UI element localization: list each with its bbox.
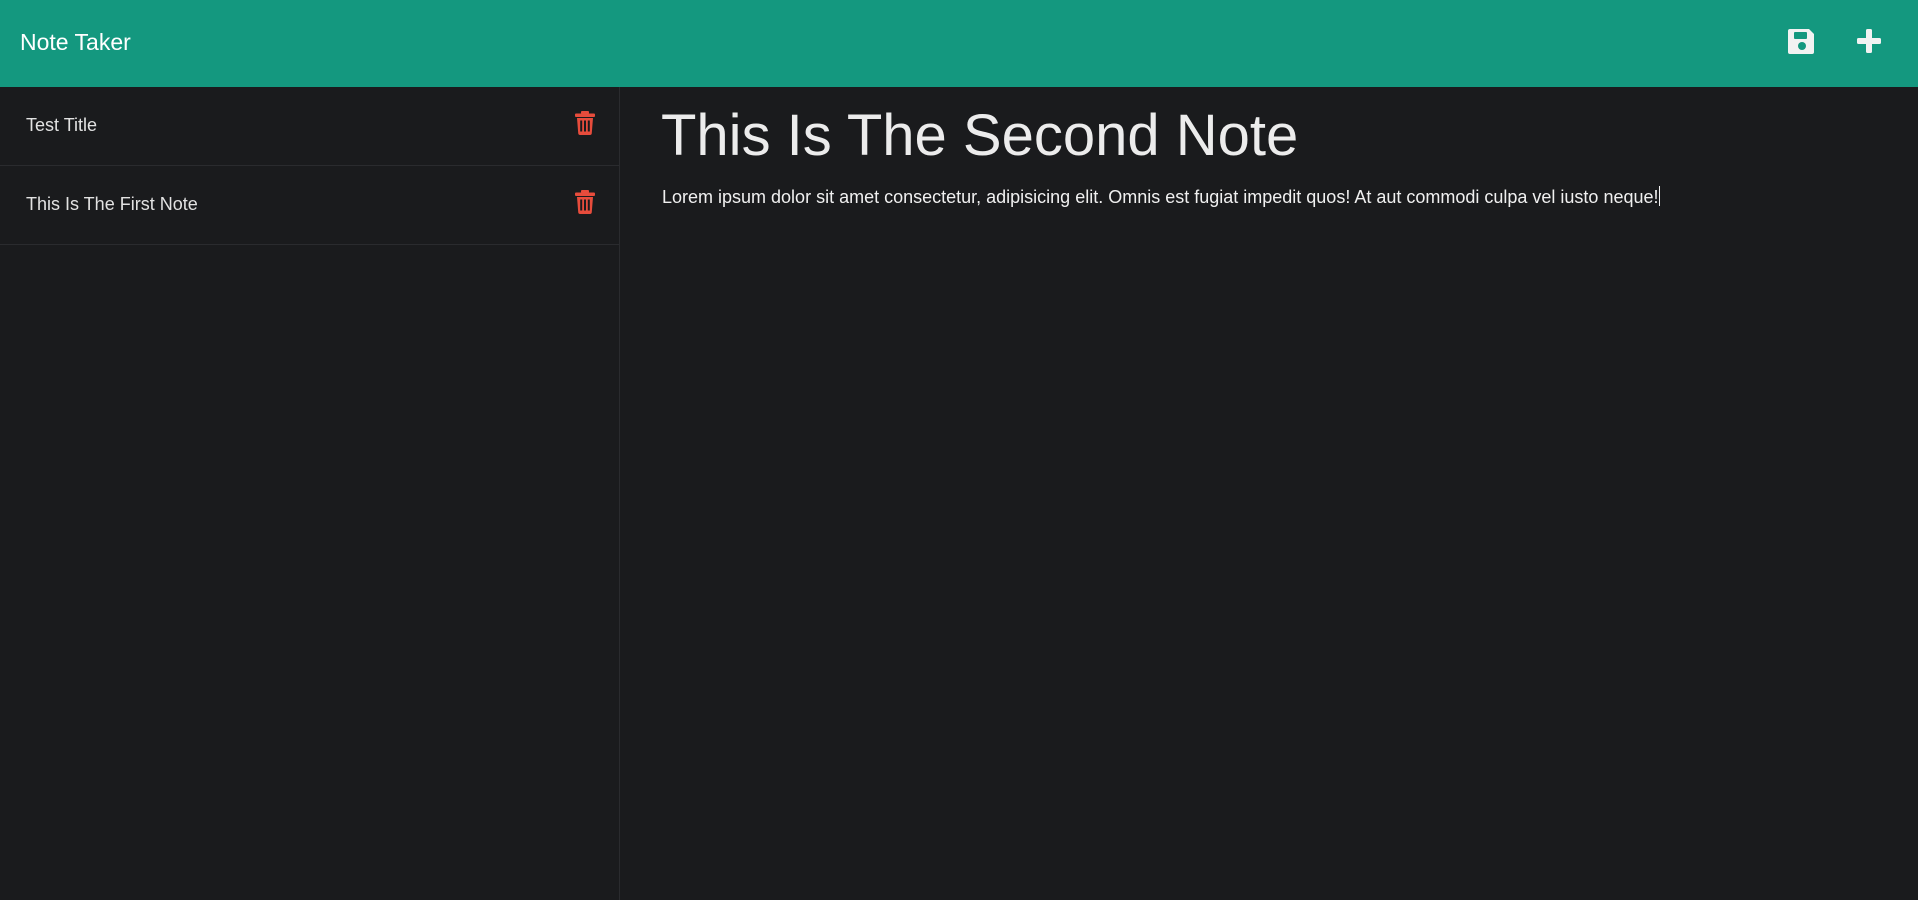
new-note-button[interactable]	[1852, 24, 1886, 58]
text-cursor	[1658, 186, 1660, 206]
note-list-item-title: This Is The First Note	[26, 194, 198, 214]
app-title[interactable]: Note Taker	[20, 26, 131, 58]
note-title-input[interactable]: This Is The Second Note	[661, 101, 1298, 171]
notes-sidebar: Test Title This Is The First Note	[0, 87, 620, 900]
note-list-item[interactable]: This Is The First Note	[0, 166, 619, 245]
delete-note-button[interactable]	[573, 189, 597, 215]
plus-icon	[1857, 29, 1881, 53]
delete-note-button[interactable]	[573, 110, 597, 136]
note-list-item[interactable]: Test Title	[0, 87, 619, 166]
note-editor: This Is The Second Note Lorem ipsum dolo…	[621, 87, 1918, 900]
floppy-disk-icon	[1788, 29, 1814, 54]
note-body-textarea[interactable]: Lorem ipsum dolor sit amet consectetur, …	[662, 185, 1660, 209]
note-body-text: Lorem ipsum dolor sit amet consectetur, …	[662, 187, 1659, 207]
navbar: Note Taker	[0, 0, 1918, 87]
trash-icon	[575, 190, 595, 214]
trash-icon	[575, 111, 595, 135]
save-note-button[interactable]	[1785, 24, 1819, 58]
note-list-item-title: Test Title	[26, 115, 98, 135]
